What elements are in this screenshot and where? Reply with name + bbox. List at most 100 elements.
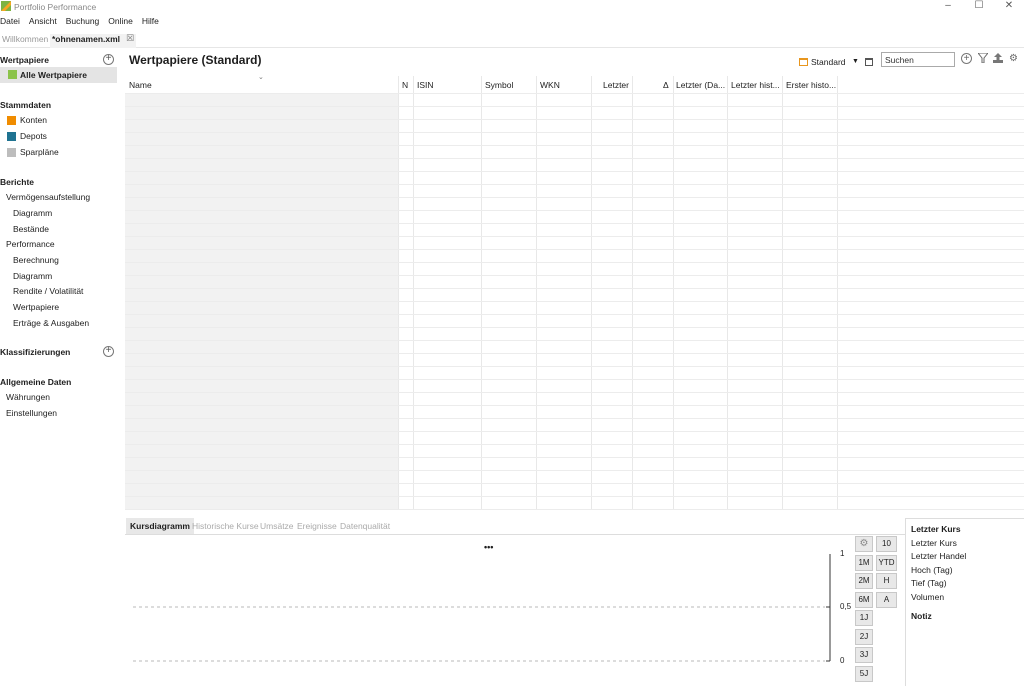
maximize-button[interactable]: ☐: [964, 0, 994, 13]
row-separator: [125, 145, 1024, 146]
detail-tab-bar: Kursdiagramm Historische Kurse Umsätze E…: [125, 518, 905, 534]
row-separator: [125, 236, 1024, 237]
tab-welcome[interactable]: Willkommen: [0, 34, 50, 48]
row-separator: [125, 119, 1024, 120]
range-button-2j[interactable]: 2J: [855, 629, 873, 645]
range-button-6m[interactable]: 6M: [855, 592, 873, 608]
range-button-a[interactable]: A: [876, 592, 897, 608]
filter-icon[interactable]: [976, 52, 989, 64]
sidebar-item-performance[interactable]: Performance: [6, 239, 55, 249]
row-separator: [125, 184, 1024, 185]
menu-buchung[interactable]: Buchung: [66, 16, 100, 26]
menu-online[interactable]: Online: [108, 16, 133, 26]
range-button-2m[interactable]: 2M: [855, 573, 873, 589]
column-header-symbol[interactable]: Symbol: [485, 80, 513, 90]
row-separator: [125, 340, 1024, 341]
range-button-ytd[interactable]: YTD: [876, 555, 897, 571]
price-chart[interactable]: ••• 1 0,5 0 ⚙ 1M 2M 6M 1J 2J 3J 5J 10 YT…: [125, 534, 905, 686]
row-separator: [125, 444, 1024, 445]
sidebar-item-ertraege[interactable]: Erträge & Ausgaben: [13, 318, 89, 328]
sidebar-item-alle-wertpapiere[interactable]: Alle Wertpapiere: [0, 67, 117, 83]
page-title: Wertpapiere (Standard): [129, 53, 262, 67]
range-button-1j[interactable]: 1J: [855, 610, 873, 626]
tab-file[interactable]: *ohnenamen.xml ☒: [50, 33, 137, 48]
sidebar-item-perf-diagramm[interactable]: Diagramm: [13, 271, 52, 281]
range-button-3j[interactable]: 3J: [855, 647, 873, 663]
row-separator: [125, 288, 1024, 289]
info-hoch-tag: Hoch (Tag): [911, 565, 953, 575]
section-stammdaten: Stammdaten: [0, 100, 52, 110]
row-separator: [125, 210, 1024, 211]
column-header-letzter[interactable]: Letzter: [603, 80, 629, 90]
security-icon: [8, 70, 17, 79]
column-header-erster-hist[interactable]: Erster histo...: [786, 80, 836, 90]
sidebar-item-konten[interactable]: Konten: [20, 115, 47, 125]
close-tab-icon[interactable]: ☒: [126, 33, 134, 44]
range-button-5j[interactable]: 5J: [855, 666, 873, 682]
sidebar-item-vermoegensaufstellung[interactable]: Vermögensaufstellung: [6, 192, 90, 202]
range-button-10[interactable]: 10: [876, 536, 897, 552]
chart-settings-gear-icon[interactable]: ⚙: [855, 536, 873, 552]
chart-menu-icon[interactable]: •••: [484, 542, 493, 552]
sidebar-item-perf-wertpapiere[interactable]: Wertpapiere: [13, 302, 59, 312]
menu-ansicht[interactable]: Ansicht: [29, 16, 57, 26]
calendar-icon[interactable]: [865, 58, 873, 66]
row-separator: [125, 405, 1024, 406]
info-notiz: Notiz: [911, 611, 932, 621]
sidebar-item-rendite[interactable]: Rendite / Volatilität: [13, 286, 83, 296]
row-separator: [125, 379, 1024, 380]
row-separator: [125, 171, 1024, 172]
quote-info-panel: Letzter Kurs Letzter Kurs Letzter Handel…: [905, 518, 1024, 686]
minimize-button[interactable]: –: [933, 0, 963, 13]
tab-historische-kurse[interactable]: Historische Kurse: [188, 518, 263, 534]
info-tief-tag: Tief (Tag): [911, 578, 947, 588]
view-selector[interactable]: Standard: [811, 57, 846, 67]
chart-canvas: [133, 554, 831, 662]
row-separator: [125, 392, 1024, 393]
row-separator: [125, 327, 1024, 328]
tab-file-label: *ohnenamen.xml: [52, 34, 121, 44]
sidebar-item-sparplaene[interactable]: Sparpläne: [20, 147, 59, 157]
row-separator: [125, 158, 1024, 159]
column-header-isin[interactable]: ISIN: [417, 80, 434, 90]
sidebar-item-waehrungen[interactable]: Währungen: [6, 392, 50, 402]
column-header-wkn[interactable]: WKN: [540, 80, 560, 90]
tab-ereignisse[interactable]: Ereignisse: [293, 518, 341, 534]
row-separator: [125, 509, 1024, 510]
sidebar-item-bestaende[interactable]: Bestände: [13, 224, 49, 234]
column-header-name[interactable]: Name: [129, 80, 259, 90]
info-letzter-kurs: Letzter Kurs: [911, 538, 957, 548]
range-button-h[interactable]: H: [876, 573, 897, 589]
info-title: Letzter Kurs: [911, 524, 961, 534]
sidebar-item-berechnung[interactable]: Berechnung: [13, 255, 59, 265]
sidebar-item-va-diagramm[interactable]: Diagramm: [13, 208, 52, 218]
close-window-button[interactable]: ✕: [994, 0, 1024, 13]
settings-gear-icon[interactable]: ⚙: [1008, 53, 1019, 64]
column-header-letzter-datum[interactable]: Letzter (Da...: [676, 80, 726, 90]
add-security-icon[interactable]: +: [103, 54, 114, 65]
column-header-n[interactable]: N: [402, 80, 408, 90]
row-separator: [125, 353, 1024, 354]
table-header-row: Name ⌄ N ISIN Symbol WKN Letzter Δ Letzt…: [125, 74, 1024, 93]
info-letzter-handel: Letzter Handel: [911, 551, 967, 561]
menu-hilfe[interactable]: Hilfe: [142, 16, 159, 26]
add-classification-icon[interactable]: +: [103, 346, 114, 357]
tab-umsaetze[interactable]: Umsätze: [256, 518, 298, 534]
search-input[interactable]: [881, 52, 955, 67]
chevron-down-icon[interactable]: ▼: [852, 58, 859, 65]
column-header-delta[interactable]: Δ: [663, 80, 669, 90]
range-button-1m[interactable]: 1M: [855, 555, 873, 571]
sidebar-item-depots[interactable]: Depots: [20, 131, 47, 141]
menu-datei[interactable]: Datei: [0, 16, 20, 26]
securities-table[interactable]: Name ⌄ N ISIN Symbol WKN Letzter Δ Letzt…: [125, 74, 1024, 510]
info-volumen: Volumen: [911, 592, 945, 602]
tab-datenqualitaet[interactable]: Datenqualität: [336, 518, 394, 534]
window-title: Portfolio Performance: [14, 2, 97, 12]
column-header-letzter-hist[interactable]: Letzter hist...: [731, 80, 781, 90]
add-icon[interactable]: +: [961, 53, 972, 64]
app-logo-icon: [1, 1, 11, 11]
sidebar-item-einstellungen[interactable]: Einstellungen: [6, 408, 57, 418]
tab-kursdiagramm[interactable]: Kursdiagramm: [126, 518, 194, 534]
editor-tab-bar: Willkommen *ohnenamen.xml ☒: [0, 31, 1024, 48]
export-icon[interactable]: [992, 53, 1003, 64]
